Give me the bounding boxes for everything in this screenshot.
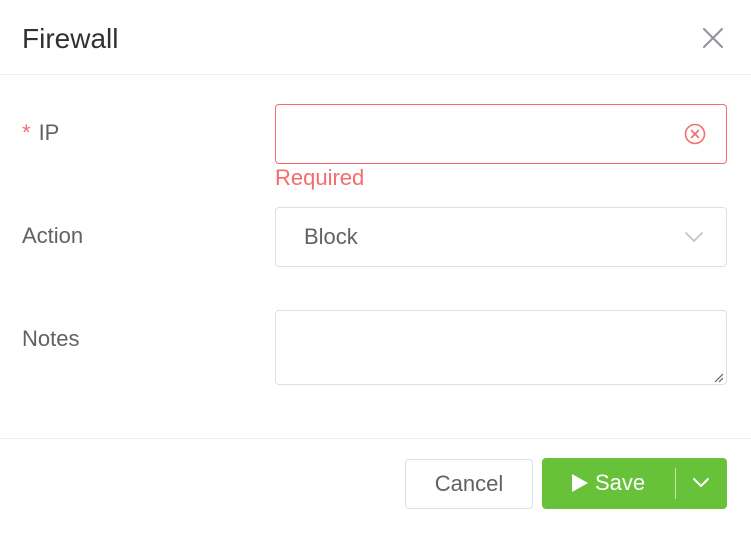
dialog-header: Firewall <box>0 0 751 75</box>
required-mark: * <box>22 120 31 145</box>
close-icon[interactable] <box>701 26 725 50</box>
cancel-button[interactable]: Cancel <box>405 459 533 509</box>
notes-textarea[interactable] <box>276 311 726 384</box>
ip-label: * IP <box>22 119 59 147</box>
ip-input[interactable] <box>290 105 674 165</box>
ip-field <box>275 104 727 165</box>
dialog-title: Firewall <box>22 23 119 54</box>
play-icon <box>571 473 589 493</box>
save-dropdown-button[interactable] <box>676 458 727 509</box>
chevron-down-icon <box>693 478 709 487</box>
save-split-button: Save <box>542 458 727 509</box>
chevron-down-icon <box>684 230 704 244</box>
circle-x-icon[interactable] <box>684 123 706 145</box>
resize-handle-icon[interactable] <box>712 370 724 383</box>
save-button[interactable]: Save <box>542 458 675 509</box>
ip-label-text: IP <box>38 120 60 145</box>
ip-error-message: Required <box>275 165 365 190</box>
save-label: Save <box>595 470 646 495</box>
notes-field <box>275 310 727 385</box>
footer-divider <box>0 438 751 439</box>
firewall-dialog: Firewall * IP Required Action Block Note… <box>0 0 751 534</box>
action-label: Action <box>22 223 84 248</box>
action-selected-value: Block <box>304 224 358 249</box>
notes-label: Notes <box>22 326 80 351</box>
action-select[interactable]: Block <box>275 207 727 267</box>
